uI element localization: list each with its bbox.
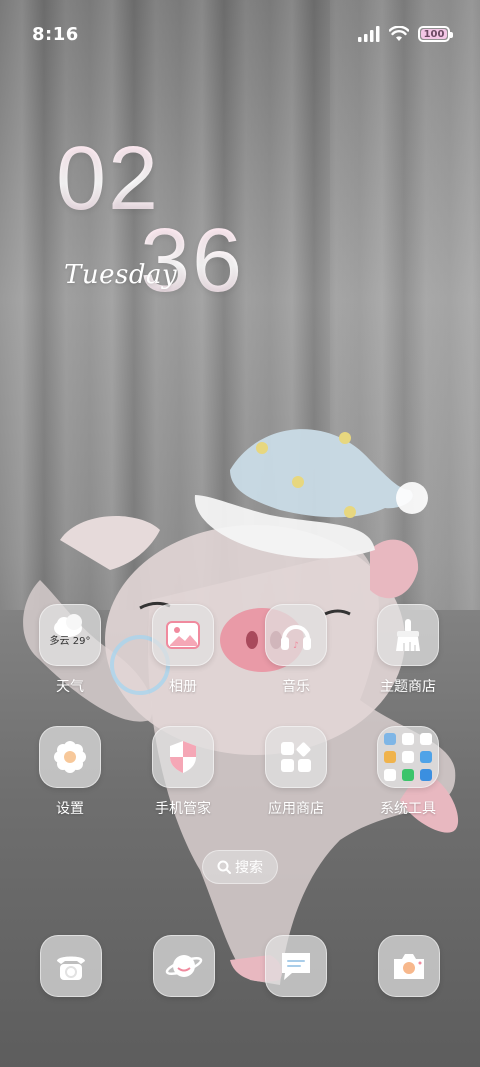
battery-icon: 100 [418, 26, 453, 42]
app-label: 主题商店 [380, 679, 436, 695]
app-system-tools-folder[interactable]: 系统工具 [358, 726, 458, 818]
app-label: 音乐 [282, 679, 310, 695]
theme-brush-icon [377, 604, 439, 666]
battery-level: 100 [423, 28, 445, 40]
dock-camera[interactable] [378, 935, 440, 997]
app-label: 应用商店 [268, 801, 324, 817]
signal-icon [358, 26, 380, 42]
camera-icon [394, 954, 424, 979]
app-music[interactable]: ♪ 音乐 [246, 604, 346, 696]
dock-messages[interactable] [265, 935, 327, 997]
dock-phone[interactable] [40, 935, 102, 997]
browser-planet-icon [165, 955, 203, 977]
clock-widget[interactable]: 02 36 Tuesday [0, 120, 300, 320]
weather-icon: 多云 29° [39, 604, 101, 666]
folder-preview-grid [384, 733, 432, 781]
app-theme-store[interactable]: 主题商店 [358, 604, 458, 696]
gear-icon [39, 726, 101, 788]
dock-browser[interactable] [153, 935, 215, 997]
gallery-icon [152, 604, 214, 666]
app-store-icon [265, 726, 327, 788]
clock-day: Tuesday [64, 260, 178, 290]
folder-icon [377, 726, 439, 788]
headphones-icon: ♪ [265, 604, 327, 666]
message-icon [282, 953, 310, 980]
app-phone-manager[interactable]: 手机管家 [133, 726, 233, 818]
phone-icon [57, 956, 85, 980]
app-weather[interactable]: 多云 29° 天气 [20, 604, 120, 696]
app-settings[interactable]: 设置 [20, 726, 120, 818]
app-label: 天气 [56, 679, 84, 695]
app-app-store[interactable]: 应用商店 [246, 726, 346, 818]
app-label: 系统工具 [380, 801, 436, 817]
app-label: 设置 [56, 801, 84, 817]
shield-icon [152, 726, 214, 788]
status-time: 8:16 [32, 23, 79, 45]
wifi-icon [389, 26, 409, 41]
app-gallery[interactable]: 相册 [133, 604, 233, 696]
search-label: 搜索 [235, 860, 263, 876]
svg-text:♪: ♪ [293, 641, 299, 651]
app-label: 相册 [169, 679, 197, 695]
search-button[interactable]: 搜索 [202, 850, 278, 884]
wallpaper-pig-plush [23, 429, 459, 985]
status-icons: 100 [358, 26, 453, 42]
weather-widget-text: 多云 29° [49, 636, 91, 647]
status-bar: 8:16 100 [0, 0, 480, 68]
search-icon [217, 860, 231, 874]
app-label: 手机管家 [155, 801, 211, 817]
